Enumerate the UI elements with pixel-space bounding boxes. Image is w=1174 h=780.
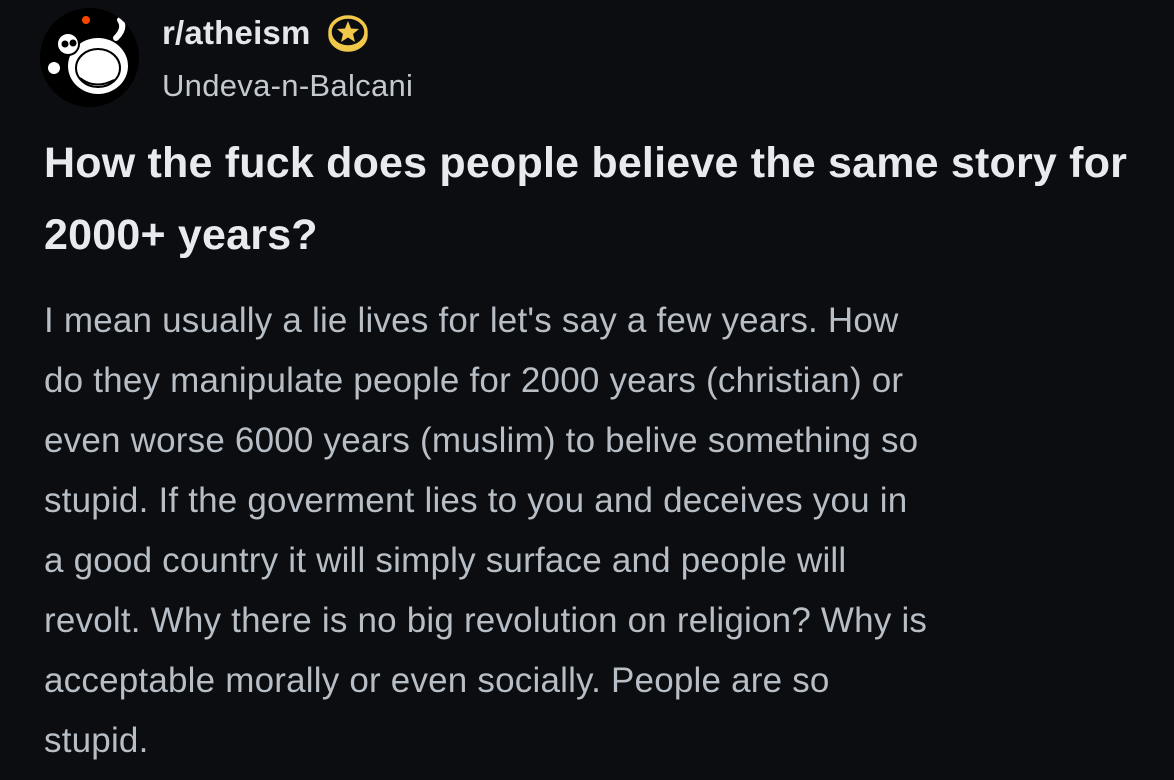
subreddit-avatar[interactable] <box>40 8 139 107</box>
post-body-line: do they manipulate people for 2000 years… <box>44 361 904 400</box>
post-body-line: acceptable morally or even socially. Peo… <box>44 661 830 700</box>
post-body-line: revolt. Why there is no big revolution o… <box>44 601 928 640</box>
post-body-line: stupid. <box>44 721 149 760</box>
reddit-alien-icon <box>40 8 139 107</box>
post-body-line: stupid. If the goverment lies to you and… <box>44 481 908 520</box>
author-username[interactable]: Undeva-n-Balcani <box>162 68 413 104</box>
subreddit-name[interactable]: r/atheism <box>162 14 311 52</box>
post-title[interactable]: How the fuck does people believe the sam… <box>44 127 1134 271</box>
post-body-line: even worse 6000 years (muslim) to belive… <box>44 421 919 460</box>
post-header: r/atheism Undeva-n-Balcani <box>40 8 1140 108</box>
gold-coin-star-icon <box>327 12 369 54</box>
post-card[interactable]: r/atheism Undeva-n-Balcani How the fuck … <box>0 0 1174 780</box>
post-body-line: I mean usually a lie lives for let's say… <box>44 301 899 340</box>
post-body: I mean usually a lie lives for let's say… <box>44 291 1154 771</box>
post-meta: r/atheism Undeva-n-Balcani <box>162 12 413 104</box>
post-body-line: a good country it will simply surface an… <box>44 541 847 580</box>
subreddit-row: r/atheism <box>162 12 413 54</box>
